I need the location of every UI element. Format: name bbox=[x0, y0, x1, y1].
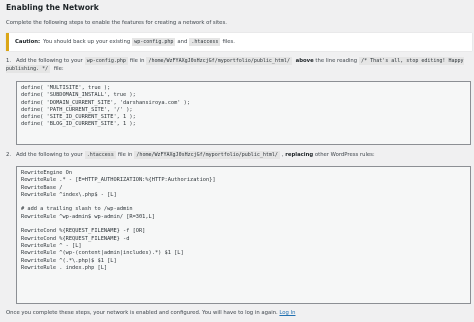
notice-and: and bbox=[177, 39, 188, 45]
htaccess-filename: .htaccess bbox=[189, 38, 221, 46]
intro-text: Complete the following steps to enable t… bbox=[6, 20, 227, 26]
step-2-instructions: 2. Add the following to your .htaccess file… bbox=[6, 151, 375, 159]
caution-notice: Caution: You should back up your existin… bbox=[6, 33, 472, 51]
notice-text-before: You should back up your existing bbox=[43, 39, 131, 45]
step-1-file-in: file in bbox=[129, 58, 145, 64]
step-1-text-after: file: bbox=[53, 66, 64, 72]
htaccess-code-box[interactable]: RewriteEngine On RewriteRule .* - [E=HTT… bbox=[16, 166, 471, 304]
step-2-text: Add the following to your bbox=[16, 152, 83, 158]
step-1-instructions: 1. Add the following to your wp-config.php… bbox=[6, 57, 472, 73]
page-title: Enabling the Network bbox=[6, 3, 99, 12]
wp-config-code-box[interactable]: define( 'MULTISITE', true ); define( 'SU… bbox=[16, 81, 471, 145]
step-2-replacing: replacing bbox=[285, 152, 314, 158]
step-1-number: 1. bbox=[6, 58, 12, 64]
step-1-path: /home/WzFYAXgJ0sHzcjGf/myportfolio/publi… bbox=[146, 57, 292, 65]
step-1-text-mid: the line reading bbox=[315, 58, 358, 64]
step-2-file: .htaccess bbox=[84, 151, 116, 159]
step-2-file-in: file in bbox=[117, 152, 133, 158]
step-1-file: wp-config.php bbox=[84, 57, 128, 65]
step-1-above: above bbox=[295, 58, 314, 64]
step-2-path: /home/WzFYAXgJ0sHzcjGf/myportfolio/publi… bbox=[134, 151, 280, 159]
log-in-link[interactable]: Log In bbox=[279, 310, 295, 316]
step-2-number: 2. bbox=[6, 152, 12, 158]
notice-text-after: files. bbox=[222, 39, 235, 45]
footer-text: Once you complete these steps, your netw… bbox=[6, 310, 296, 316]
footer-message: Once you complete these steps, your netw… bbox=[6, 310, 278, 316]
step-1-text: Add the following to your bbox=[16, 58, 83, 64]
step-2-text-after: other WordPress rules: bbox=[314, 152, 375, 158]
caution-label: Caution: bbox=[15, 39, 41, 45]
wp-config-filename: wp-config.php bbox=[132, 38, 176, 46]
